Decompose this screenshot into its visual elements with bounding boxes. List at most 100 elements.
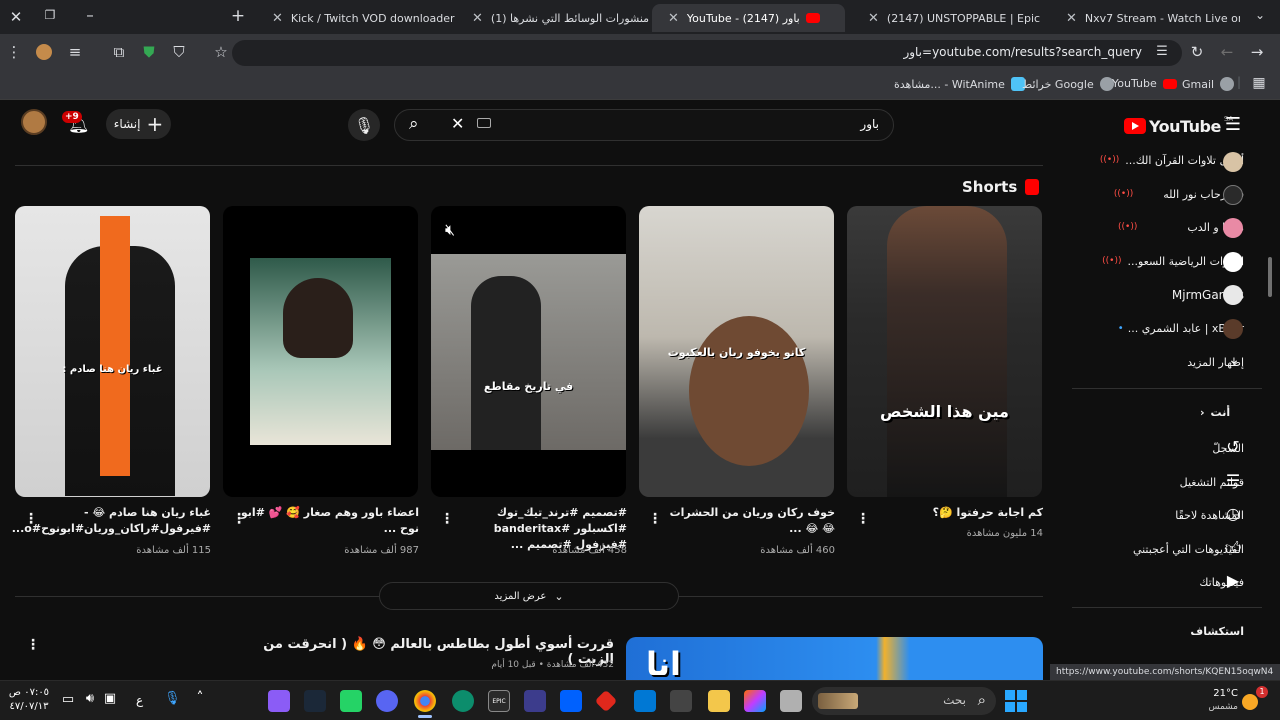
create-button[interactable]: إنشاء + — [106, 109, 171, 139]
chrome-icon[interactable] — [414, 690, 436, 712]
clock-time: ٠٧:٠٥ ص — [8, 687, 50, 698]
profile-avatar-icon[interactable] — [36, 44, 52, 60]
store-icon[interactable] — [670, 690, 692, 712]
tab-youtube-active[interactable]: ✕ YouTube - باور (2147) — [652, 4, 845, 32]
taskbar-app-icon[interactable] — [268, 690, 290, 712]
short-thumbnail[interactable]: غباء ريان هنا صادم : — [15, 206, 210, 497]
copilot-icon[interactable] — [744, 690, 766, 712]
voice-search-button[interactable]: 🎙︎ — [348, 109, 380, 141]
restore-window-icon[interactable]: ❐ — [40, 8, 60, 22]
chevron-down-icon[interactable]: ⌄ — [1224, 352, 1244, 368]
chevron-up-icon[interactable]: ˄ — [192, 690, 208, 706]
short-thumbnail[interactable]: 🔇︎ في تاريخ مقاطع — [431, 206, 626, 497]
notifications-button[interactable]: 🔔︎ +9 — [62, 111, 90, 135]
taskbar-app-icon[interactable] — [524, 690, 546, 712]
bookmark-gmail[interactable]: Gmail — [1182, 77, 1235, 91]
youtube-logo[interactable]: YouTube SA — [1124, 115, 1233, 137]
short-thumbnail[interactable] — [223, 206, 418, 497]
tab-nxv7-stream[interactable]: ✕ Nxv7 Stream - Watch Live on Ki — [1050, 4, 1240, 32]
channel-avatar[interactable] — [1223, 319, 1243, 339]
channel-avatar[interactable] — [1223, 252, 1243, 272]
volume-icon[interactable]: 🔊︎ — [82, 691, 98, 706]
short-thumbnail[interactable]: كانو يخوفو ريان بالعكبوت — [639, 206, 834, 497]
task-view-icon[interactable] — [780, 690, 802, 712]
short-title[interactable]: كم اجابة حرفتوا 🤔؟ — [863, 505, 1043, 521]
apps-grid-icon[interactable]: ▦ — [1250, 75, 1268, 91]
media-controls-icon[interactable]: ≡ — [66, 43, 84, 61]
tab-unstoppable[interactable]: ✕ (2147) UNSTOPPABLE | Epic Sc — [852, 4, 1042, 32]
history-icon: ↺ — [1226, 437, 1240, 456]
battery-icon[interactable]: ▭ — [60, 692, 76, 707]
bookmark-youtube[interactable]: YouTube — [1112, 77, 1177, 90]
account-avatar[interactable] — [21, 109, 47, 135]
search-box[interactable]: ⌕ ✕ باور — [394, 109, 894, 141]
reload-icon[interactable]: ↻ — [1188, 43, 1206, 61]
channel-avatar[interactable] — [1223, 152, 1243, 172]
epic-games-icon[interactable]: EPIC — [488, 690, 510, 712]
forward-arrow-icon[interactable]: ← — [1218, 43, 1236, 61]
more-options-icon[interactable]: ⋮ — [856, 511, 870, 527]
bookmark-witanime[interactable]: مشاهدة... - WitAnime — [894, 77, 1025, 91]
dropbox-icon[interactable] — [560, 690, 582, 712]
bookmark-google-maps[interactable]: خرائط Google — [1022, 77, 1114, 91]
tab-search-chevron-icon[interactable]: ⌄ — [1250, 8, 1270, 22]
tab-x-posts[interactable]: ✕ (1) منشورات الوسائط التي نشرها 𝕏 — [456, 4, 651, 32]
menu-dots-icon[interactable]: ⋮ — [6, 43, 22, 61]
taskbar-app-icon[interactable] — [594, 689, 618, 713]
tab-kick-downloader[interactable]: ✕ Kick / Twitch VOD downloader — [256, 4, 456, 32]
windows-start-icon[interactable] — [1005, 690, 1027, 712]
steam-icon[interactable] — [304, 690, 326, 712]
discord-icon[interactable] — [376, 690, 398, 712]
clear-search-icon[interactable]: ✕ — [451, 114, 464, 133]
channel-avatar[interactable] — [1223, 285, 1243, 305]
new-tab-icon[interactable]: + — [228, 6, 248, 26]
search-input[interactable]: باور — [860, 117, 879, 131]
keyboard-icon[interactable] — [477, 118, 491, 128]
more-options-icon[interactable]: ⋮ — [648, 511, 662, 527]
short-title[interactable]: اعضاء باور وهم صغار 🥰 💕 #ابو نوح ... — [239, 505, 419, 537]
close-tab-icon[interactable]: ✕ — [1066, 11, 1077, 26]
short-title[interactable]: غباء ريان هنا صادم 😂 - #فيرفول#راكان_وري… — [12, 505, 211, 537]
taskbar-search[interactable]: بحث ⌕ — [812, 687, 996, 715]
close-window-icon[interactable]: ✕ — [6, 8, 26, 26]
channel-avatar[interactable] — [1223, 185, 1243, 205]
you-section-heading[interactable]: › أنت — [1200, 406, 1230, 419]
more-options-icon[interactable]: ⋮ — [24, 511, 38, 527]
channel-avatar[interactable] — [1223, 218, 1243, 238]
video-thumbnail[interactable]: انا — [626, 637, 1043, 680]
extensions-puzzle-icon[interactable]: ⧉ — [110, 43, 128, 61]
input-language[interactable]: ع — [136, 693, 143, 707]
network-icon[interactable]: ▣ — [102, 691, 118, 706]
ublock-icon[interactable]: ⛉ — [170, 43, 188, 61]
search-icon[interactable]: ⌕ — [409, 114, 419, 134]
close-tab-icon[interactable]: ✕ — [472, 11, 483, 26]
minimize-window-icon[interactable]: – — [80, 6, 100, 24]
file-explorer-icon[interactable] — [708, 690, 730, 712]
back-arrow-icon[interactable]: → — [1248, 43, 1266, 61]
site-settings-icon[interactable]: ☰ — [1154, 44, 1170, 59]
more-options-icon[interactable]: ⋮ — [440, 511, 454, 527]
edge-icon[interactable] — [452, 690, 474, 712]
short-thumbnail[interactable]: مين هذا الشخص — [847, 206, 1042, 497]
short-title[interactable]: خوف ركان وريان من الحشرات 😂 😂 ... — [655, 505, 835, 537]
bookmark-star-icon[interactable]: ☆ — [212, 43, 230, 61]
shorts-show-more-button[interactable]: عرض المزيد ⌄ — [379, 582, 679, 610]
sidebar-scrollbar[interactable] — [1266, 101, 1274, 680]
close-tab-icon[interactable]: ✕ — [272, 11, 283, 26]
muted-icon[interactable]: 🔇︎ — [445, 220, 455, 240]
taskbar-app-icon[interactable] — [634, 690, 656, 712]
more-options-icon[interactable]: ⋮ — [26, 637, 40, 653]
microphone-icon[interactable]: 🎙︎ — [164, 691, 181, 706]
scrollbar-thumb[interactable] — [1268, 257, 1272, 297]
close-tab-icon[interactable]: ✕ — [868, 11, 879, 26]
address-bar[interactable]: youtube.com/results?search_query=باور ☰ — [232, 40, 1182, 66]
chevron-down-icon: ⌄ — [554, 589, 564, 603]
more-options-icon[interactable]: ⋮ — [232, 511, 246, 527]
shield-extension-icon[interactable]: ⛊ — [140, 43, 158, 61]
weather-widget[interactable]: 1 21°C مشمس — [1200, 686, 1274, 716]
close-tab-icon[interactable]: ✕ — [668, 11, 679, 26]
bookmark-label: خرائط Google — [1022, 77, 1094, 91]
whatsapp-icon[interactable] — [340, 690, 362, 712]
clock[interactable]: ٠٧:٠٥ ص ٤٧/٠٧/١٣ — [4, 686, 54, 714]
hamburger-menu-icon[interactable]: ☰ — [1222, 114, 1244, 135]
